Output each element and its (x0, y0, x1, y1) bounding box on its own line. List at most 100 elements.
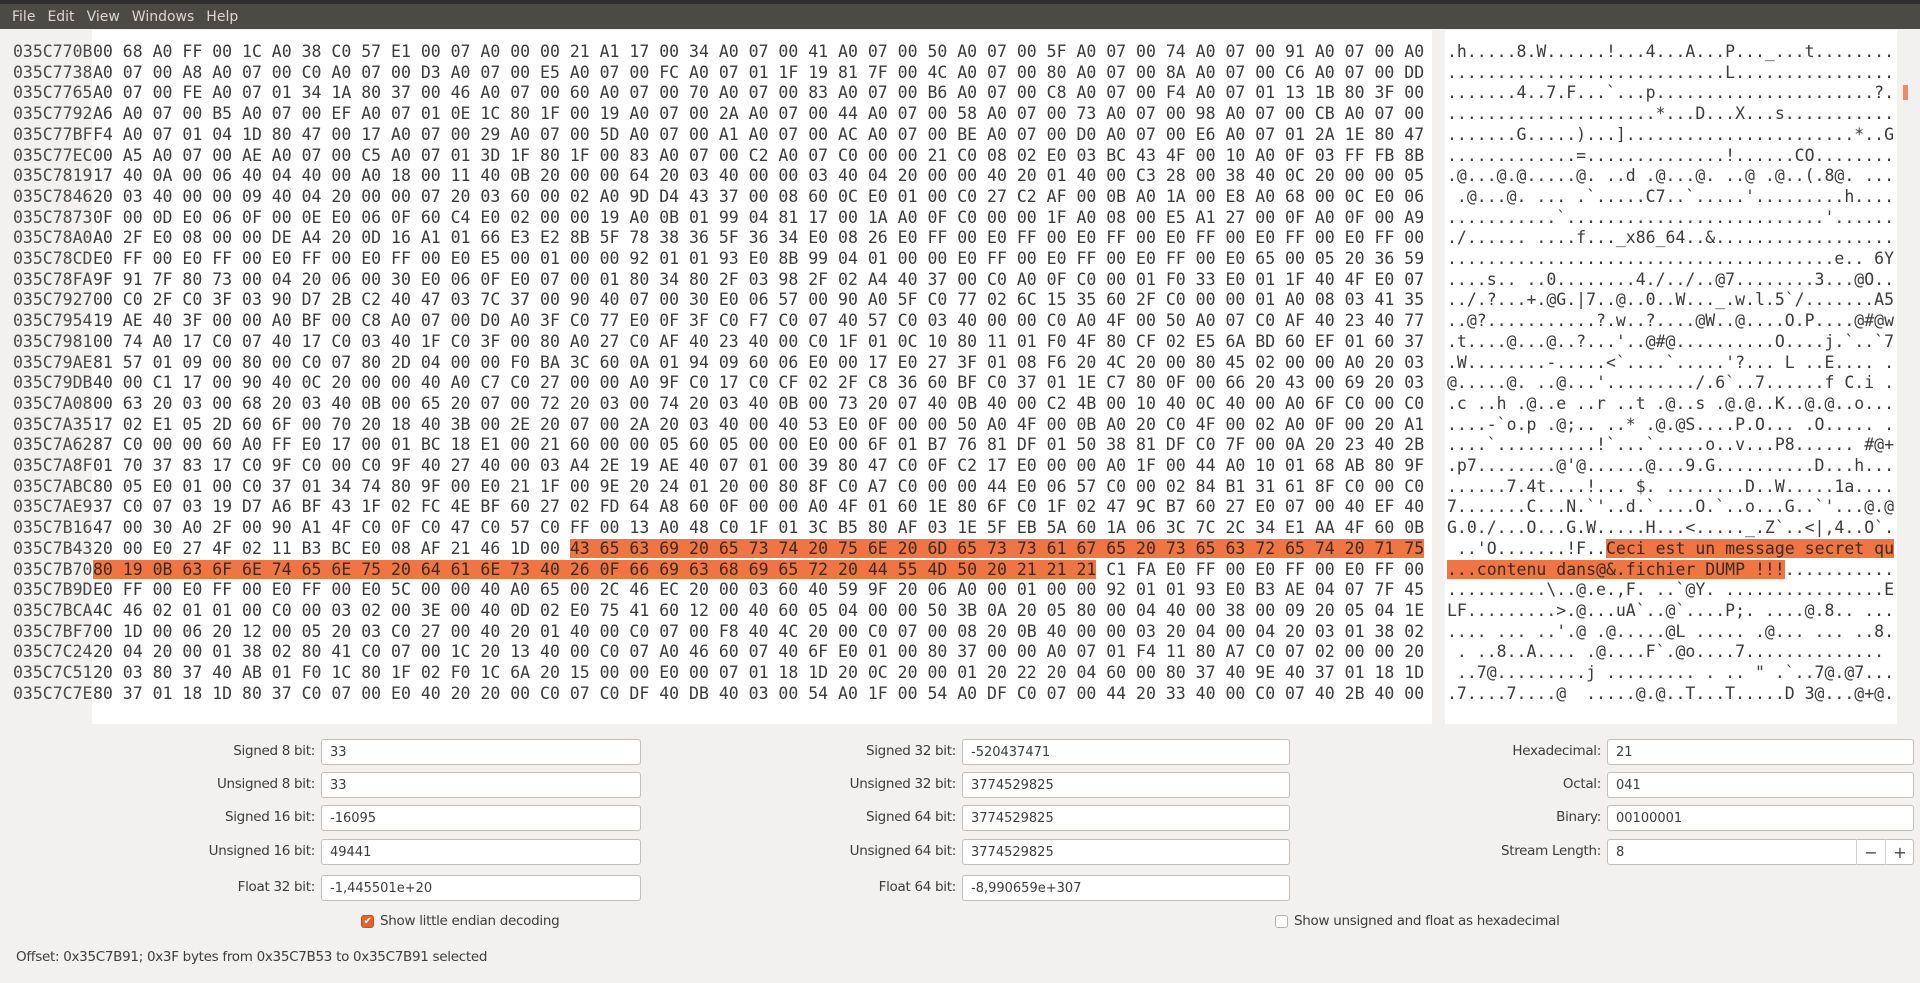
hexadecimal-input[interactable] (1607, 739, 1914, 765)
hex-bytes[interactable]: 87 C0 00 00 60 A0 FF E0 17 00 01 BC 18 E… (93, 434, 1424, 455)
scrollbar-position-marker[interactable] (1903, 85, 1908, 100)
ascii-run[interactable]: .p7........@'@......@...9.G..........D..… (1447, 456, 1894, 475)
hex-row[interactable]: 035C7738 A0 07 00 A8 A0 07 00 C0 A0 07 00… (0, 62, 1900, 83)
ascii-run[interactable]: ..'O.......!F.. (1447, 539, 1606, 558)
ascii-text[interactable]: G.0./...O...G.W.....H...<....._.Z`..<|,4… (1447, 517, 1894, 538)
menu-help[interactable]: Help (200, 9, 244, 25)
hex-bytes[interactable]: 17 02 E1 05 2D 60 6F 00 70 20 18 40 3B 0… (93, 414, 1424, 435)
ascii-run[interactable]: .....................*...D...X...s......… (1447, 104, 1894, 123)
hex-byte-run[interactable]: 17 40 0A 00 06 40 04 40 00 A0 18 00 11 4… (93, 166, 1424, 185)
signed-32bit-input[interactable] (962, 739, 1290, 765)
hex-bytes[interactable]: 00 1D 00 06 20 12 00 05 20 03 C0 27 00 4… (93, 621, 1424, 642)
hex-byte-run[interactable]: 00 63 20 03 00 68 20 03 40 0B 00 65 20 0… (93, 394, 1424, 413)
hex-bytes[interactable]: A0 2F E0 08 00 00 DE A4 20 0D 16 A1 01 6… (93, 227, 1424, 248)
ascii-text[interactable]: .W........-.....<`....`.....'?... L ..E.… (1447, 352, 1894, 373)
hex-row[interactable]: 035C77EC 00 A5 A0 07 00 AE A0 07 00 C5 A0… (0, 145, 1900, 166)
unsigned-64bit-input[interactable] (962, 839, 1290, 865)
ascii-text[interactable]: .............=..............!......CO...… (1447, 145, 1894, 166)
hex-bytes[interactable]: 9F 91 7F 80 73 00 04 20 06 00 30 E0 06 0… (93, 269, 1424, 290)
hex-row[interactable]: 035C7C51 20 03 80 37 40 AB 01 F0 1C 80 1F… (0, 662, 1900, 683)
unsigned-8bit-input[interactable] (321, 772, 641, 798)
binary-input[interactable] (1607, 805, 1914, 831)
hex-byte-run[interactable]: 20 03 40 00 00 09 40 04 20 00 00 07 20 0… (93, 187, 1424, 206)
ascii-text[interactable]: ......7.4t....!... $. ........D..W.....1… (1447, 476, 1894, 497)
menu-edit[interactable]: Edit (41, 9, 80, 25)
hex-bytes[interactable]: A0 07 00 A8 A0 07 00 C0 A0 07 00 D3 A0 0… (93, 62, 1424, 83)
ascii-run[interactable]: .c ..h .@..e ..r ..t .@..s .@.@..K..@.@.… (1447, 394, 1894, 413)
hex-bytes[interactable]: 40 00 C1 17 00 90 40 0C 20 00 00 40 A0 C… (93, 372, 1424, 393)
ascii-run[interactable]: ......7.4t....!... $. ........D..W.....1… (1447, 477, 1894, 496)
ascii-text[interactable]: ............................L...........… (1447, 62, 1894, 83)
hex-row[interactable]: 035C7873 0F 00 0D E0 06 0F 00 0E E0 06 0F… (0, 207, 1900, 228)
hex-byte-run[interactable]: 87 C0 00 00 60 A0 FF E0 17 00 01 BC 18 E… (93, 435, 1424, 454)
ascii-run[interactable]: ../.?...+.@G.|7..@..0..W..._.w.l.5`/....… (1447, 290, 1894, 309)
ascii-run[interactable]: .......G.....)...]......................… (1447, 125, 1894, 144)
hex-bytes[interactable]: 17 40 0A 00 06 40 04 40 00 A0 18 00 11 4… (93, 165, 1424, 186)
hex-byte-run[interactable]: A0 07 00 A8 A0 07 00 C0 A0 07 00 D3 A0 0… (93, 63, 1424, 82)
ascii-text[interactable]: . ..8..A.... .@....F`.@o....7...........… (1447, 641, 1894, 662)
hex-byte-run[interactable]: 00 74 A0 17 C0 07 40 17 C0 03 40 1F C0 3… (93, 332, 1424, 351)
hex-row[interactable]: 035C7B70 80 19 0B 63 6F 6E 74 65 6E 75 20… (0, 559, 1900, 580)
ascii-text[interactable]: ..7@.........j ......... . .. " .`..7@.@… (1447, 662, 1894, 683)
unsigned-32bit-input[interactable] (962, 772, 1290, 798)
ascii-text[interactable]: ..'O.......!F..Ceci est un message secre… (1447, 538, 1895, 559)
hex-row[interactable]: 035C78A0 A0 2F E0 08 00 00 DE A4 20 0D 16… (0, 227, 1900, 248)
ascii-run[interactable]: ........... (1785, 560, 1894, 579)
signed-16bit-input[interactable] (321, 805, 641, 831)
hex-bytes[interactable]: 00 63 20 03 00 68 20 03 40 0B 00 65 20 0… (93, 393, 1424, 414)
hex-bytes[interactable]: 81 57 01 09 00 80 00 C0 07 80 2D 04 00 0… (93, 352, 1424, 373)
menu-windows[interactable]: Windows (126, 9, 201, 25)
hex-row[interactable]: 035C77BF F4 A0 07 01 04 1D 80 47 00 17 A0… (0, 124, 1900, 145)
hex-row[interactable]: 035C7B9D E0 FF 00 E0 FF 00 E0 FF 00 E0 5C… (0, 579, 1900, 600)
ascii-text[interactable]: .....................*...D...X...s......… (1447, 103, 1894, 124)
hex-bytes[interactable]: 00 A5 A0 07 00 AE A0 07 00 C5 A0 07 01 3… (93, 145, 1424, 166)
hex-row[interactable]: 035C7BCA 4C 46 02 01 01 00 C0 00 03 02 00… (0, 600, 1900, 621)
hex-byte-run[interactable]: 20 04 20 00 01 38 02 80 41 C0 07 00 1C 2… (93, 642, 1424, 661)
hex-bytes[interactable]: A0 07 00 FE A0 07 01 34 1A 80 37 00 46 A… (93, 82, 1424, 103)
hex-bytes[interactable]: 01 70 37 83 17 C0 9F C0 00 C0 9F 40 27 4… (93, 455, 1424, 476)
hex-byte-run[interactable]: 4C 46 02 01 01 00 C0 00 03 02 00 3E 00 4… (93, 601, 1424, 620)
hex-row[interactable]: 035C7BF7 00 1D 00 06 20 12 00 05 20 03 C0… (0, 621, 1900, 642)
hex-byte-run[interactable]: 40 00 C1 17 00 90 40 0C 20 00 00 40 A0 C… (93, 373, 1424, 392)
ascii-run[interactable]: .............=..............!......CO...… (1447, 146, 1894, 165)
little-endian-checkbox[interactable]: ✔ Show little endian decoding (361, 913, 560, 929)
ascii-run[interactable]: .@...@. ... .`.....C7..`.....'.........h… (1447, 187, 1894, 206)
ascii-run[interactable]: .@...@.@.....@. ..d .@...@. ..@ .@..(.8@… (1447, 166, 1894, 185)
ascii-run[interactable]: .W........-.....<`....`.....'?... L ..E.… (1447, 353, 1894, 372)
menu-file[interactable]: File (6, 9, 41, 25)
ascii-text[interactable]: ..........\..@.e.,F. ..`@Y. ............… (1447, 579, 1894, 600)
ascii-run[interactable]: @.....@. ..@...'........./.6`..7......f … (1447, 373, 1894, 392)
hex-byte-run[interactable]: E0 FF 00 E0 FF 00 E0 FF 00 E0 FF 00 E0 E… (93, 249, 1424, 268)
ascii-text[interactable]: .@...@.@.....@. ..d .@...@. ..@ .@..(.8@… (1447, 165, 1894, 186)
hex-bytes[interactable]: E0 FF 00 E0 FF 00 E0 FF 00 E0 5C 00 00 4… (93, 579, 1424, 600)
ascii-run[interactable]: ..........\..@.e.,F. ..`@Y. ............… (1447, 580, 1894, 599)
ascii-text[interactable]: .h.....8.W......!...4...A...P..._...t...… (1447, 41, 1894, 62)
ascii-text[interactable]: ...........`..........................'.… (1447, 207, 1894, 228)
hex-row[interactable]: 035C7ABC 80 05 E0 01 00 C0 37 01 34 74 80… (0, 476, 1900, 497)
hex-bytes[interactable]: E0 FF 00 E0 FF 00 E0 FF 00 E0 FF 00 E0 E… (93, 248, 1424, 269)
hex-row[interactable]: 035C7C7E 80 37 01 18 1D 80 37 C0 07 00 E0… (0, 683, 1900, 704)
hex-bytes[interactable]: 0F 00 0D E0 06 0F 00 0E E0 06 0F 60 C4 E… (93, 207, 1424, 228)
hex-row[interactable]: 035C7A8F 01 70 37 83 17 C0 9F C0 00 C0 9F… (0, 455, 1900, 476)
hex-byte-run[interactable]: 20 03 80 37 40 AB 01 F0 1C 80 1F 02 F0 1… (93, 663, 1424, 682)
ascii-text[interactable]: LF.........>.@...uA`..@`....P;. ....@.8.… (1447, 600, 1894, 621)
float-32bit-input[interactable] (321, 875, 641, 901)
ascii-run[interactable]: ....`..........!`...`.....o..v...P8.....… (1447, 435, 1894, 454)
ascii-text[interactable]: .@...@. ... .`.....C7..`.....'.........h… (1447, 186, 1894, 207)
ascii-text[interactable]: 7.......C...N.`'..d.`....O.`..o...G..`'.… (1447, 496, 1894, 517)
ascii-run[interactable]: .... ... ..'.@ .@.....@L ..... .@... ...… (1447, 622, 1894, 641)
hex-byte-run[interactable]: 01 70 37 83 17 C0 9F C0 00 C0 9F 40 27 4… (93, 456, 1424, 475)
ascii-run[interactable]: .t....@...@..?...'..@#@..........O....j.… (1447, 332, 1894, 351)
hex-row[interactable]: 035C770B 00 68 A0 FF 00 1C A0 38 C0 57 E1… (0, 41, 1900, 62)
ascii-run[interactable]: .......................................e… (1447, 249, 1894, 268)
ascii-run[interactable]: ...........`..........................'.… (1447, 208, 1894, 227)
hex-view[interactable]: 035C770B 00 68 A0 FF 00 1C A0 38 C0 57 E1… (0, 30, 1900, 724)
hex-bytes[interactable]: 80 37 01 18 1D 80 37 C0 07 00 E0 40 20 2… (93, 683, 1424, 704)
hex-bytes[interactable]: 20 00 E0 27 4F 02 11 B3 BC E0 08 AF 21 4… (93, 538, 1425, 559)
ascii-text[interactable]: .t....@...@..?...'..@#@..........O....j.… (1447, 331, 1894, 352)
hex-byte-run[interactable]: F4 A0 07 01 04 1D 80 47 00 17 A0 07 00 2… (93, 125, 1424, 144)
hex-bytes[interactable]: A6 A0 07 00 B5 A0 07 00 EF A0 07 01 0E 1… (93, 103, 1424, 124)
hex-row[interactable]: 035C7B43 20 00 E0 27 4F 02 11 B3 BC E0 08… (0, 538, 1900, 559)
ascii-run[interactable]: .h.....8.W......!...4...A...P..._...t...… (1447, 42, 1894, 61)
hex-bytes[interactable]: 80 19 0B 63 6F 6E 74 65 6E 75 20 64 61 6… (93, 559, 1424, 580)
